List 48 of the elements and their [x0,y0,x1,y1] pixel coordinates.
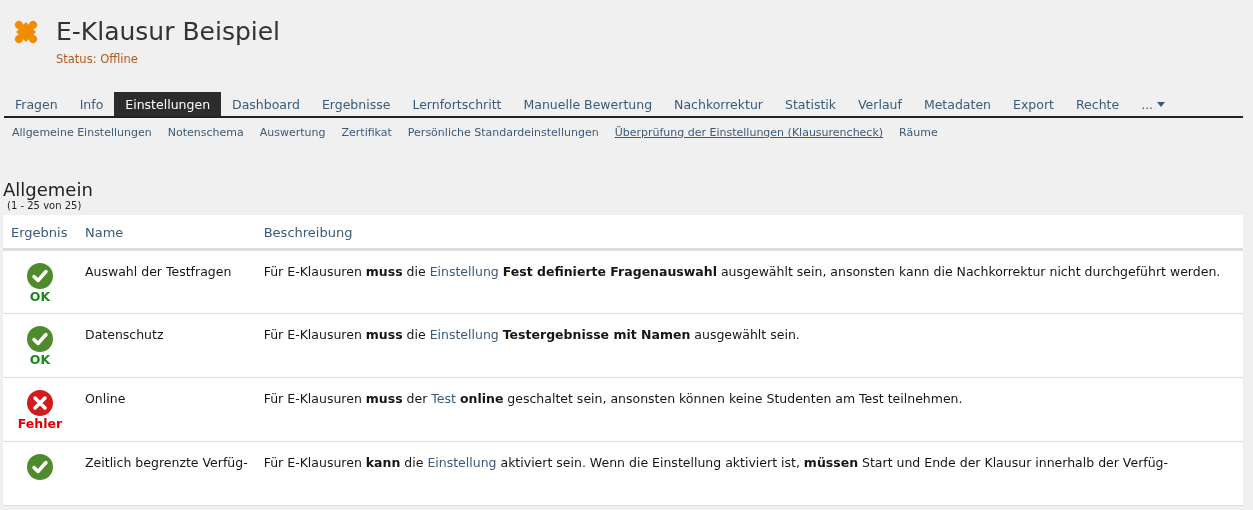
subtab-link[interactable]: Zertifikat [333,126,400,139]
tab[interactable]: ... [1130,92,1177,116]
tab[interactable]: Dashboard [221,92,311,116]
settings-link[interactable]: Einstellung [427,455,497,470]
column-header[interactable]: Name [85,225,124,240]
subtab-link[interactable]: Auswertung [251,126,334,139]
subtab-link[interactable]: Notenschema [159,126,252,139]
description-text: Für E-Klausuren kann die Einstellung aktiviert sein. Wenn die Einstellung aktiviert ist, müssen Start und Ende der Klausur innerhalb der Verfüg- [263,455,1169,470]
tab[interactable]: Info [68,92,115,116]
page-title: E-Klausur Beispiel [56,16,281,48]
description-text: Für E-Klausuren muss die Einstellung Fest definierte Fragenauswahl ausgewählt sein, ansonsten kann die Nachkorrektur nicht durchgeführt werden. [263,264,1221,279]
check-name: Datenschutz [85,327,164,342]
check-icon [27,263,53,289]
subtab-link[interactable]: Räume [891,126,946,139]
error-icon [27,390,53,416]
tab[interactable]: Metadaten [912,92,1003,116]
range-text: (1 - 25 von 25) [7,200,83,211]
check-name: Auswahl der Testfragen [85,264,232,279]
check-icon [27,454,53,480]
tab[interactable]: Verlauf [847,92,913,116]
subtab-link[interactable]: Persönliche Standardeinstellungen [399,126,607,139]
description-text: Für E-Klausuren muss der Test online geschaltet sein, ansonsten können keine Studenten am Test teilnehmen. [263,391,963,406]
section-title: Allgemein [3,179,94,200]
description-text: Für E-Klausuren muss die Einstellung Testergebnisse mit Namen ausgewählt sein. [263,327,800,342]
tab[interactable]: Ergebnisse [310,92,402,116]
column-header[interactable]: Ergebnis [11,225,68,240]
tab[interactable]: Statistik [774,92,847,116]
tab[interactable]: Fragen [4,92,69,116]
settings-link[interactable]: Einstellung [429,327,499,342]
column-header[interactable]: Beschreibung [263,225,353,240]
tab[interactable]: Nachkorrektur [663,92,774,116]
tab[interactable]: Einstellungen [114,92,222,116]
result-label: OK [29,352,51,368]
tab[interactable]: Manuelle Bewertung [512,92,664,116]
status-text: Status: Offline [56,52,138,66]
subtab-link[interactable]: Überprüfung der Einstellungen (Klausurencheck) [606,126,892,139]
tab[interactable]: Lernfortschritt [401,92,513,116]
result-label: Fehler [17,416,63,432]
settings-link[interactable]: Einstellung [429,264,499,279]
settings-link[interactable]: Test [431,391,456,406]
check-icon [27,326,53,352]
subtab-link[interactable]: Allgemeine Einstellungen [4,126,160,139]
tab[interactable]: Rechte [1064,92,1131,116]
check-name: Online [85,391,126,406]
tab[interactable]: Export [1002,92,1065,116]
check-name: Zeitlich begrenzte Verfüg- [85,455,248,470]
result-label: OK [29,289,51,305]
caret-icon [1157,102,1166,107]
